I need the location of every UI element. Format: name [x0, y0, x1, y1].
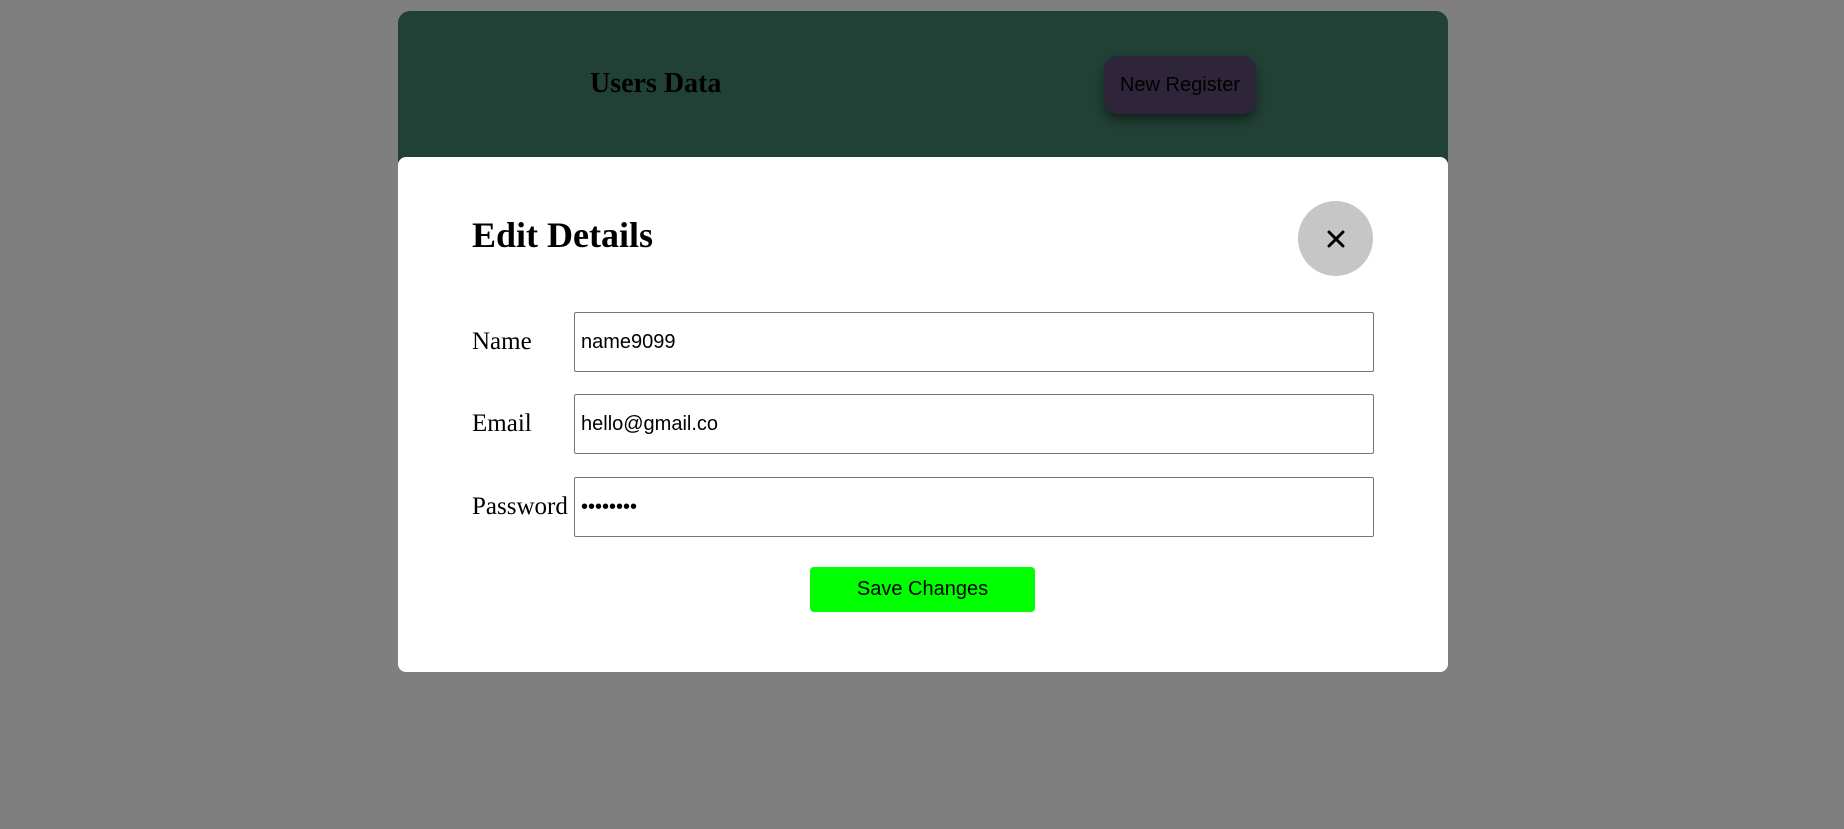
email-input[interactable] [574, 394, 1374, 454]
page: Users Data New Register Edit Details Nam… [0, 0, 1844, 829]
name-row: Name [472, 312, 1374, 372]
edit-details-modal: Edit Details Name Email Password Save Ch… [398, 157, 1448, 672]
name-label: Name [472, 328, 532, 355]
password-label: Password [472, 493, 568, 520]
password-input[interactable] [574, 477, 1374, 537]
save-changes-button[interactable]: Save Changes [810, 567, 1035, 612]
close-icon [1327, 230, 1345, 248]
email-label: Email [472, 410, 532, 437]
password-row: Password [472, 477, 1374, 537]
modal-title: Edit Details [472, 215, 654, 255]
name-input[interactable] [574, 312, 1374, 372]
email-row: Email [472, 394, 1374, 454]
close-button[interactable] [1298, 201, 1373, 276]
